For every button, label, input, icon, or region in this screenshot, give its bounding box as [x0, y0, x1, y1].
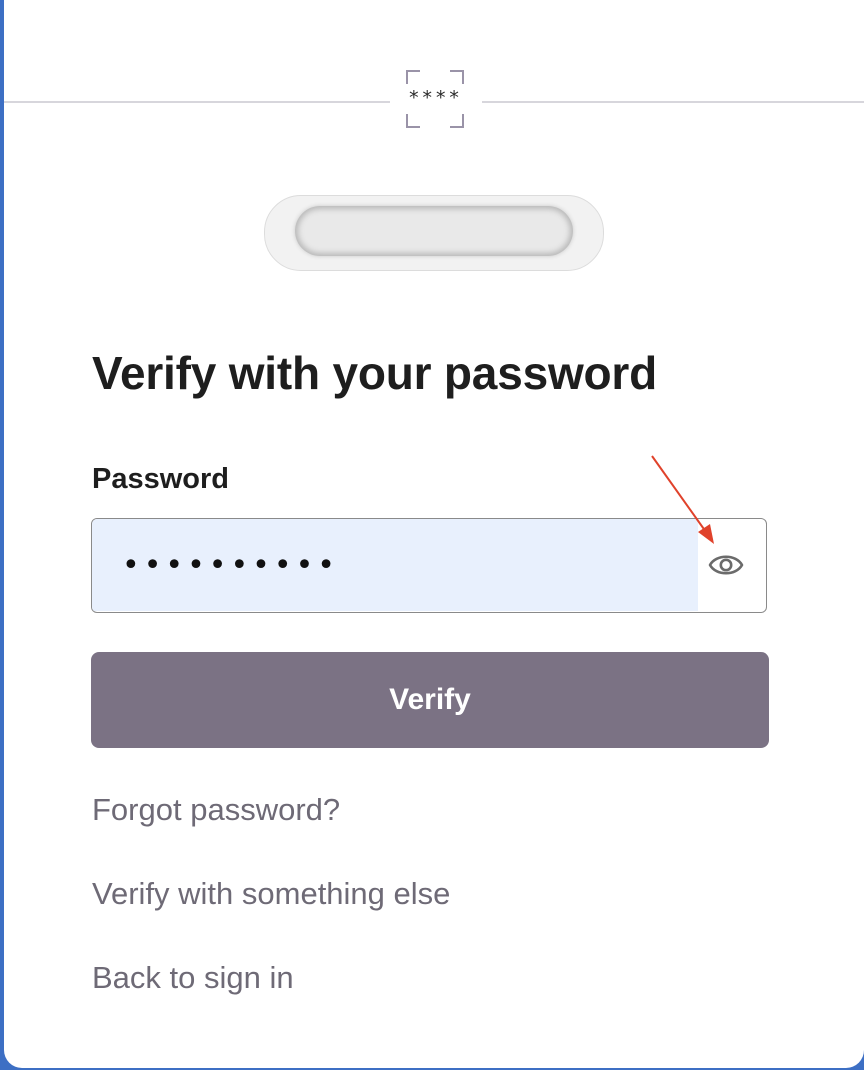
logo-mask-text: ****: [408, 87, 462, 109]
logo-corner-bottom-left: [406, 114, 420, 128]
verify-other-method-link[interactable]: Verify with something else: [92, 876, 450, 912]
header-divider-right: [482, 101, 864, 103]
logo-corner-top-left: [406, 70, 420, 84]
back-to-sign-in-link[interactable]: Back to sign in: [92, 960, 294, 996]
page-title: Verify with your password: [92, 347, 658, 399]
redacted-identifier: [295, 206, 573, 256]
eye-icon[interactable]: [708, 551, 744, 579]
app-logo: ****: [406, 70, 464, 128]
header-divider-left: [4, 101, 390, 103]
logo-corner-top-right: [450, 70, 464, 84]
verify-button[interactable]: Verify: [91, 652, 769, 748]
red-arrow-annotation: [651, 455, 714, 544]
user-identifier-pill: [264, 195, 604, 271]
password-input[interactable]: [92, 519, 698, 611]
logo-corner-bottom-right: [450, 114, 464, 128]
forgot-password-link[interactable]: Forgot password?: [92, 792, 340, 828]
password-label: Password: [92, 463, 229, 495]
